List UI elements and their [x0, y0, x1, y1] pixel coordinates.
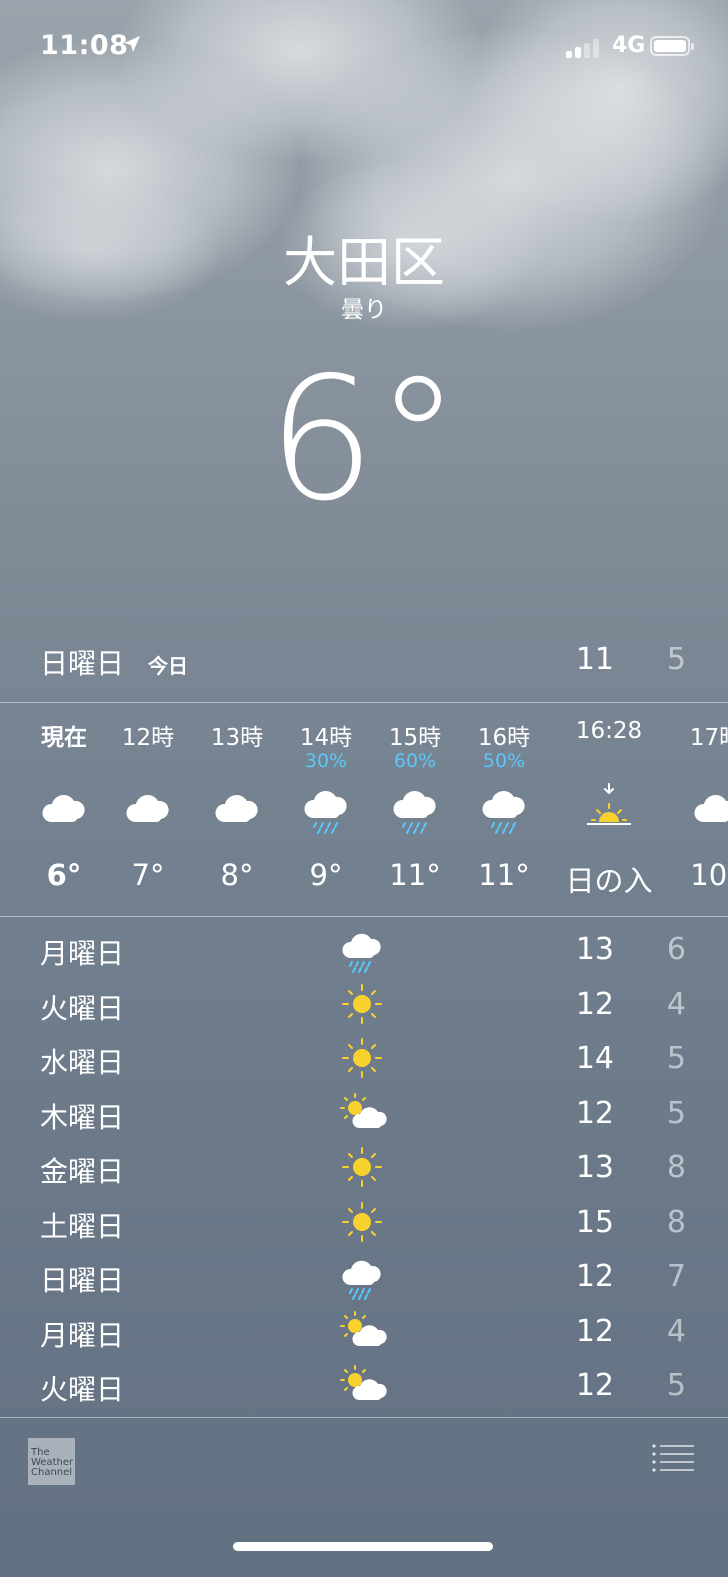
divider — [0, 1417, 728, 1418]
daily-day-name: 月曜日 — [40, 937, 125, 970]
cloud-rain-icon — [390, 780, 440, 836]
divider — [0, 916, 728, 917]
sunset-icon — [584, 780, 634, 836]
hour-temp: 日の入 — [565, 864, 653, 898]
daily-high: 14 — [575, 1041, 614, 1076]
daily-day-name: 火曜日 — [40, 992, 125, 1025]
sun-icon — [335, 1140, 389, 1194]
daily-high: 12 — [575, 987, 614, 1022]
daily-low: 8 — [666, 1205, 686, 1240]
hour-label: 12時 — [121, 725, 175, 751]
today-day-name: 日曜日 — [40, 647, 125, 680]
daily-row: 土曜日 15 8 — [0, 1195, 728, 1249]
today-low: 5 — [666, 642, 686, 677]
home-indicator[interactable] — [233, 1542, 493, 1551]
cloud-icon — [123, 780, 173, 836]
daily-low: 4 — [666, 1314, 686, 1349]
daily-day-name: 土曜日 — [40, 1210, 125, 1243]
hour-label: 16時 — [477, 725, 531, 751]
network-type: 4G — [612, 33, 646, 58]
cloud-icon — [691, 780, 728, 836]
daily-day-name: 火曜日 — [40, 1373, 125, 1406]
daily-row: 月曜日 13 6 — [0, 922, 728, 976]
hourly-forecast[interactable]: 現在 6° 12時 7° 13時 8° 14時 30% 9° 15時 60% 1… — [0, 702, 728, 914]
hour-temp: 8° — [220, 858, 254, 892]
condition-text: 曇り — [341, 297, 387, 323]
daily-row: 水曜日 14 5 — [0, 1031, 728, 1085]
cloud-rain-icon — [301, 780, 351, 836]
daily-low: 5 — [666, 1096, 686, 1131]
hour-temp: 6° — [46, 858, 82, 892]
hour-label: 15時 — [388, 725, 442, 751]
sun-icon — [335, 977, 389, 1031]
signal-icon — [566, 38, 602, 58]
hour-temp: 7° — [131, 858, 165, 892]
daily-low: 8 — [666, 1150, 686, 1185]
battery-icon — [650, 36, 694, 56]
daily-low: 4 — [666, 987, 686, 1022]
daily-day-name: 月曜日 — [40, 1319, 125, 1352]
hour-label: 14時 — [299, 725, 353, 751]
daily-row: 金曜日 13 8 — [0, 1140, 728, 1194]
daily-row: 火曜日 12 5 — [0, 1358, 728, 1412]
cloud-rain-icon — [335, 922, 389, 976]
list-icon[interactable] — [652, 1442, 694, 1472]
hour-label: 17時 — [689, 725, 728, 751]
daily-day-name: 日曜日 — [40, 1264, 125, 1297]
cloud-rain-icon — [479, 780, 529, 836]
daily-high: 12 — [575, 1314, 614, 1349]
daily-day-name: 水曜日 — [40, 1046, 125, 1079]
daily-low: 5 — [666, 1368, 686, 1403]
daily-day-name: 木曜日 — [40, 1101, 125, 1134]
precip-chance: 50% — [482, 750, 526, 772]
weather-channel-logo[interactable]: The Weather Channel — [28, 1438, 75, 1485]
status-time: 11:08 — [40, 30, 129, 61]
partly-cloudy-icon — [335, 1304, 389, 1358]
hour-temp: 11° — [389, 858, 441, 892]
daily-high: 13 — [575, 1150, 614, 1185]
precip-chance: 30% — [304, 750, 348, 772]
daily-row: 日曜日 12 7 — [0, 1249, 728, 1303]
daily-row: 月曜日 12 4 — [0, 1304, 728, 1358]
today-high: 11 — [575, 642, 614, 677]
hour-label: 現在 — [41, 725, 87, 751]
daily-low: 7 — [666, 1259, 686, 1294]
hour-label: 13時 — [210, 725, 264, 751]
hour-temp: 10° — [690, 858, 728, 892]
current-temperature: 6° — [267, 341, 461, 539]
weather-channel-logo-text: The Weather Channel — [31, 1447, 74, 1478]
cloud-icon — [212, 780, 262, 836]
precip-chance: 60% — [393, 750, 437, 772]
daily-row: 火曜日 12 4 — [0, 977, 728, 1031]
sun-icon — [335, 1195, 389, 1249]
hour-temp: 11° — [478, 858, 530, 892]
hour-label: 16:28 — [575, 718, 643, 744]
partly-cloudy-icon — [335, 1086, 389, 1140]
daily-day-name: 金曜日 — [40, 1155, 125, 1188]
cloud-rain-icon — [335, 1249, 389, 1303]
city-name: 大田区 — [283, 231, 445, 294]
hour-temp: 9° — [309, 858, 343, 892]
today-summary-row: 日曜日 今日 11 5 — [0, 640, 728, 686]
daily-high: 12 — [575, 1368, 614, 1403]
cloud-icon — [39, 780, 89, 836]
partly-cloudy-icon — [335, 1358, 389, 1412]
daily-high: 12 — [575, 1096, 614, 1131]
daily-low: 5 — [666, 1041, 686, 1076]
status-bar: 11:08 4G — [0, 0, 728, 92]
today-label: 今日 — [148, 654, 188, 678]
daily-low: 6 — [666, 932, 686, 967]
daily-high: 15 — [575, 1205, 614, 1240]
daily-high: 13 — [575, 932, 614, 967]
daily-row: 木曜日 12 5 — [0, 1086, 728, 1140]
location-arrow-icon — [122, 34, 142, 58]
daily-high: 12 — [575, 1259, 614, 1294]
sun-icon — [335, 1031, 389, 1085]
